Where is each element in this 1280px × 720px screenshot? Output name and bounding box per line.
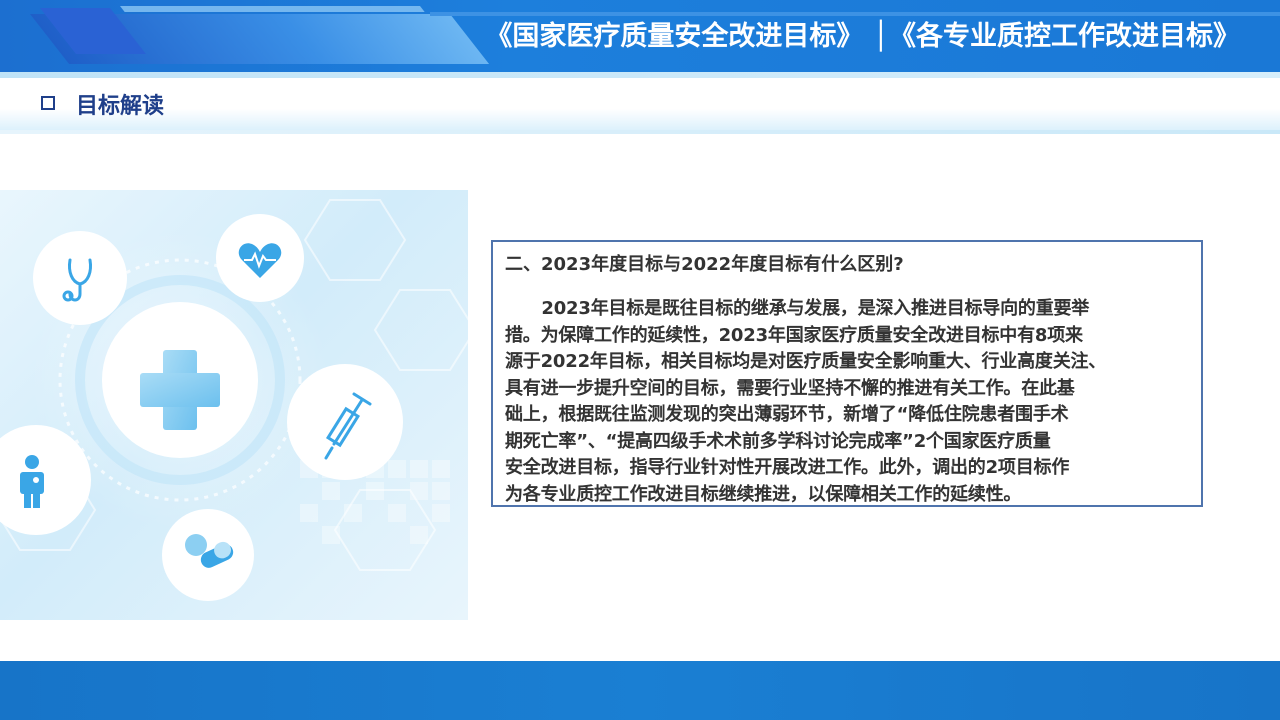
- divider: [0, 130, 1280, 134]
- question-heading: 二、2023年度目标与2022年度目标有什么区别?: [505, 254, 904, 275]
- paragraph-line: 安全改进目标，指导行业针对性开展改进工作。此外，调出的2项目标作: [505, 457, 1070, 478]
- illustration-graphic: [0, 199, 468, 601]
- section-title: 目标解读: [76, 94, 165, 119]
- paragraph-line: 期死亡率”、“提高四级手术术前多学科讨论完成率”2个国家医疗质量: [505, 430, 1051, 452]
- top-banner: 《国家医疗质量安全改进目标》 │《各专业质控工作改进目标》: [0, 0, 1280, 72]
- paragraph-line: 源于2022年目标，相关目标均是对医疗质量安全影响重大、行业高度关注、: [505, 351, 1107, 372]
- paragraph-line: 为各专业质控工作改进目标继续推进，以保障相关工作的延续性。: [505, 483, 1022, 505]
- bottom-bar: [0, 661, 1280, 720]
- paragraph-line: 础上，根据既往监测发现的突出薄弱环节，新增了“降低住院患者围手术: [505, 404, 1069, 425]
- medical-illustration: [0, 190, 468, 620]
- paragraph-line: 措。为保障工作的延续性，2023年国家医疗质量安全改进目标中有8项来: [505, 324, 1083, 346]
- paragraph-line: 具有进一步提升空间的目标，需要行业坚持不懈的推进有关工作。在此基: [505, 377, 1075, 399]
- banner-decoration: [120, 6, 425, 12]
- content-box: 二、2023年度目标与2022年度目标有什么区别? 2023年目标是既往目标的继…: [491, 240, 1203, 507]
- paragraph-line: 2023年目标是既往目标的继承与发展，是深入推进目标导向的重要举: [505, 298, 1090, 319]
- answer-paragraph: 2023年目标是既往目标的继承与发展，是深入推进目标导向的重要举 措。为保障工作…: [505, 296, 1205, 508]
- section-header: 目标解读: [0, 78, 1280, 134]
- square-bullet-icon: [41, 96, 55, 110]
- banner-title: 《国家医疗质量安全改进目标》 │《各专业质控工作改进目标》: [485, 21, 1240, 52]
